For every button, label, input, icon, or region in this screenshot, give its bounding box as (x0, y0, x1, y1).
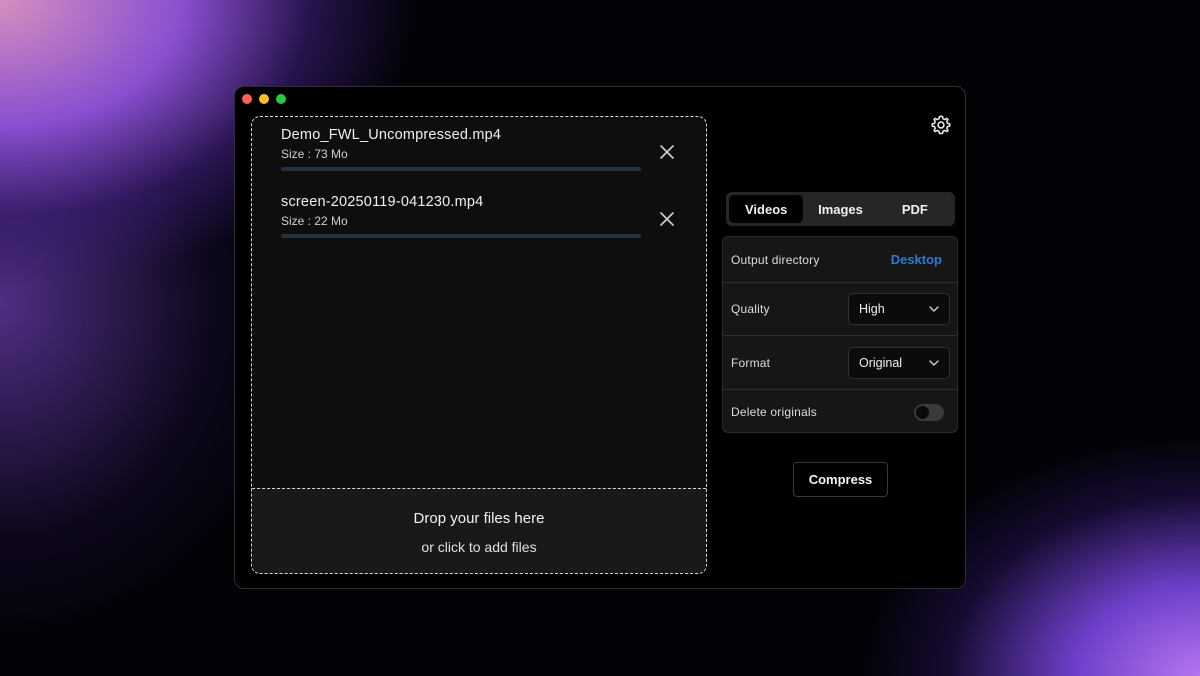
tab-pdf[interactable]: PDF (878, 195, 952, 223)
chevron-down-icon (929, 359, 939, 366)
tab-images[interactable]: Images (803, 195, 877, 223)
quality-select[interactable]: High (848, 293, 950, 325)
file-item: Demo_FWL_Uncompressed.mp4 Size : 73 Mo (281, 127, 641, 171)
format-select[interactable]: Original (848, 346, 950, 379)
format-value: Original (859, 355, 903, 370)
file-list: Demo_FWL_Uncompressed.mp4 Size : 73 Mo s… (252, 117, 706, 488)
quality-label: Quality (731, 302, 770, 316)
remove-file-button[interactable] (658, 143, 676, 161)
remove-file-button[interactable] (658, 210, 676, 228)
quality-row: Quality High (723, 282, 957, 335)
chevron-down-icon (929, 306, 939, 312)
close-icon (660, 212, 674, 226)
delete-originals-toggle[interactable] (914, 403, 944, 421)
drop-title: Drop your files here (413, 510, 545, 527)
quality-value: High (859, 302, 885, 316)
file-dropzone[interactable]: Demo_FWL_Uncompressed.mp4 Size : 73 Mo s… (251, 116, 707, 574)
file-size: Size : 73 Mo (281, 147, 348, 161)
delete-originals-label: Delete originals (731, 405, 817, 419)
gear-icon (931, 115, 951, 135)
tab-videos[interactable]: Videos (729, 195, 804, 223)
format-label: Format (731, 355, 771, 370)
drop-subtitle: or click to add files (421, 539, 537, 555)
app-window: Demo_FWL_Uncompressed.mp4 Size : 73 Mo s… (234, 86, 966, 589)
close-icon (660, 145, 674, 159)
toggle-knob (916, 405, 929, 419)
delete-originals-row: Delete originals (723, 389, 957, 432)
file-size: Size : 22 Mo (281, 214, 348, 228)
type-tabs: Videos Images PDF (726, 192, 955, 226)
file-item: screen-20250119-041230.mp4 Size : 22 Mo (281, 194, 641, 238)
settings-panel: Output directory Desktop Quality High Fo… (722, 236, 958, 433)
output-directory-label: Output directory (731, 252, 820, 267)
file-name: screen-20250119-041230.mp4 (281, 194, 484, 210)
output-directory-link[interactable]: Desktop (891, 252, 942, 267)
file-progress-bar (281, 234, 641, 238)
close-window-button[interactable] (242, 94, 252, 104)
file-progress-bar (281, 167, 641, 171)
file-name: Demo_FWL_Uncompressed.mp4 (281, 127, 502, 143)
window-controls (242, 94, 286, 104)
minimize-window-button[interactable] (259, 94, 269, 104)
compress-button[interactable]: Compress (793, 462, 888, 497)
zoom-window-button[interactable] (276, 94, 286, 104)
output-directory-row: Output directory Desktop (723, 237, 957, 282)
format-row: Format Original (723, 335, 957, 389)
settings-button[interactable] (930, 114, 952, 136)
add-files-area[interactable]: Drop your files here or click to add fil… (252, 488, 706, 573)
